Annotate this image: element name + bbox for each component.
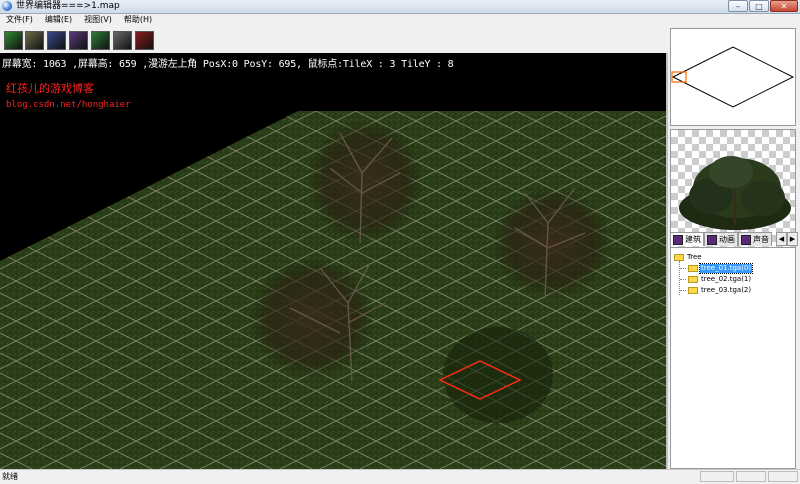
right-panel: 建筑 动画 声音 ◀ ▶ Tree tree_01.tga(0) tree_02… xyxy=(668,26,800,469)
item-tool-icon[interactable] xyxy=(69,31,88,50)
app-icon xyxy=(2,1,12,11)
tab-building[interactable]: 建筑 xyxy=(670,232,704,246)
menu-view[interactable]: 视图(V) xyxy=(78,14,118,26)
blog-title: 红孩儿的游戏博客 xyxy=(6,82,94,95)
folder-icon xyxy=(688,287,698,294)
status-pane xyxy=(768,471,798,482)
menu-bar: 文件(F) 编辑(E) 视图(V) 帮助(H) xyxy=(0,14,800,26)
map-canvas[interactable] xyxy=(0,53,666,469)
unit-tool-icon[interactable] xyxy=(47,31,66,50)
blog-url: blog.csdn.net/honghaier xyxy=(6,100,131,110)
npc-tool-icon[interactable] xyxy=(113,31,132,50)
menu-help[interactable]: 帮助(H) xyxy=(118,14,158,26)
status-pane xyxy=(700,471,734,482)
minimize-button[interactable]: – xyxy=(728,0,748,12)
object-preview xyxy=(670,129,796,249)
panel-tabs: 建筑 动画 声音 ◀ ▶ xyxy=(670,232,798,246)
sound-icon xyxy=(741,234,751,245)
tab-scroll-right-icon[interactable]: ▶ xyxy=(787,232,798,246)
building-icon xyxy=(673,234,683,245)
tree-item[interactable]: tree_03.tga(2) xyxy=(680,286,752,295)
maximize-button[interactable]: □ xyxy=(749,0,769,12)
folder-icon xyxy=(688,276,698,283)
tree-item[interactable]: tree_01.tga(0) xyxy=(680,263,754,274)
status-text: 就绪 xyxy=(2,472,18,481)
tab-animation[interactable]: 动画 xyxy=(704,232,738,246)
tree-root[interactable]: Tree xyxy=(674,253,702,261)
status-bar: 就绪 xyxy=(0,469,800,484)
close-button[interactable]: ✕ xyxy=(770,0,798,12)
status-pane xyxy=(736,471,766,482)
menu-file[interactable]: 文件(F) xyxy=(0,14,39,26)
resource-tree: Tree tree_01.tga(0) tree_02.tga(1) tree_… xyxy=(670,247,796,469)
minimap[interactable] xyxy=(670,28,796,126)
tab-sound[interactable]: 声音 xyxy=(738,232,772,246)
object-tool-icon[interactable] xyxy=(25,31,44,50)
tab-scroll-left-icon[interactable]: ◀ xyxy=(776,232,787,246)
window-title: 世界编辑器===>1.map xyxy=(16,1,120,11)
monster-tool-icon[interactable] xyxy=(135,31,154,50)
folder-icon xyxy=(688,265,698,272)
effect-tool-icon[interactable] xyxy=(91,31,110,50)
coordinate-readout: 屏幕宽: 1063 ,屏幕高: 659 ,漫游左上角 PosX:0 PosY: … xyxy=(2,59,454,70)
folder-icon xyxy=(674,253,684,261)
terrain-tool-icon[interactable] xyxy=(4,31,23,50)
title-bar: 世界编辑器===>1.map – □ ✕ xyxy=(0,0,800,14)
menu-edit[interactable]: 编辑(E) xyxy=(39,14,78,26)
map-viewport[interactable]: 屏幕宽: 1063 ,屏幕高: 659 ,漫游左上角 PosX:0 PosY: … xyxy=(0,53,666,469)
animation-icon xyxy=(707,234,717,245)
tree-item[interactable]: tree_02.tga(1) xyxy=(680,275,752,284)
